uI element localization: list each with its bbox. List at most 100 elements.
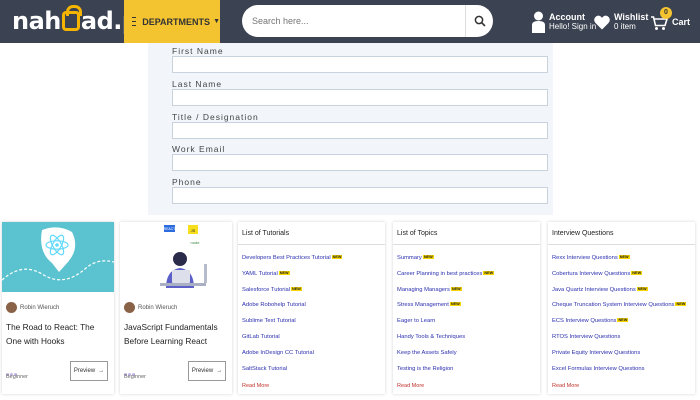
first-name-label: First Name bbox=[172, 46, 224, 56]
designation-label: Title / Designation bbox=[172, 112, 259, 122]
new-badge: NEW bbox=[450, 286, 462, 291]
list-item[interactable]: RTOS Interview Questions bbox=[552, 334, 686, 350]
course-level: Beginner bbox=[124, 374, 147, 380]
search-bar bbox=[242, 5, 493, 37]
course-image bbox=[2, 222, 114, 292]
phone-field[interactable] bbox=[172, 187, 548, 204]
new-badge: NEW bbox=[422, 255, 434, 259]
list-item[interactable]: Salesforce Tutorial NEW bbox=[242, 286, 342, 303]
last-name-label: Last Name bbox=[172, 79, 223, 89]
divider bbox=[238, 244, 385, 245]
search-button[interactable] bbox=[465, 5, 493, 37]
arrow-right-icon: → bbox=[216, 368, 223, 374]
cart-label: Cart bbox=[672, 17, 691, 27]
work-email-field[interactable] bbox=[172, 154, 548, 171]
list-title: Interview Questions bbox=[552, 230, 614, 237]
list-item[interactable]: Excel Formulas Interview Questions bbox=[552, 366, 686, 382]
topics-list-card: List of Topics Summary NEW Career Planning… bbox=[393, 222, 540, 394]
read-more-link[interactable]: Read More bbox=[397, 383, 424, 389]
list-item[interactable]: Java Quartz Interview Questions NEW bbox=[552, 286, 686, 303]
list-item[interactable]: Adobe InDesign CC Tutorial bbox=[242, 350, 342, 366]
arrow-right-icon: → bbox=[98, 368, 105, 374]
interview-questions-list-card: Interview Questions Rexx Interview Quest… bbox=[548, 222, 695, 394]
avatar bbox=[6, 302, 17, 313]
caret-down-icon: ▼ bbox=[213, 18, 220, 25]
new-badge: NEW bbox=[449, 302, 461, 307]
list-item[interactable]: SaltStack Tutorial bbox=[242, 366, 342, 382]
new-badge: NEW bbox=[636, 286, 648, 291]
list-item[interactable]: Private Equity Interview Questions bbox=[552, 350, 686, 366]
course-author: Robin Wieruch bbox=[124, 302, 177, 313]
course-level: Beginner bbox=[6, 374, 29, 380]
cart-count-badge: 0 bbox=[660, 7, 672, 19]
divider bbox=[548, 244, 695, 245]
list-item[interactable]: ECS Interview Questions NEW bbox=[552, 318, 686, 334]
first-name-field[interactable] bbox=[172, 56, 548, 73]
account-title: Account bbox=[549, 12, 585, 22]
list-item[interactable]: Cheque Truncation System Interview Quest… bbox=[552, 302, 687, 318]
course-title[interactable]: The Road to React: The One with Hooks bbox=[6, 320, 110, 348]
user-icon bbox=[532, 11, 545, 33]
course-image-tag: node bbox=[191, 240, 201, 245]
list-item[interactable]: Adobe Robohelp Tutorial bbox=[242, 302, 342, 318]
course-image-tag: REACT bbox=[164, 227, 177, 231]
list-item[interactable]: Summary NEW bbox=[397, 255, 494, 271]
list-item[interactable]: Cobertura Interview Questions NEW bbox=[552, 270, 686, 287]
course-image-tag: JS bbox=[191, 228, 196, 233]
course-card-1[interactable]: Robin Wieruch The Road to React: The One… bbox=[2, 222, 114, 394]
new-badge: NEW bbox=[618, 255, 630, 259]
list-item[interactable]: Testing is the Religion bbox=[397, 366, 494, 382]
list-item[interactable]: Stress Management NEW bbox=[397, 302, 494, 318]
course-image: REACT JS node bbox=[120, 222, 232, 292]
heart-icon bbox=[594, 15, 610, 29]
phone-label: Phone bbox=[172, 177, 202, 187]
course-title[interactable]: JavaScript Fundamentals Before Learning … bbox=[124, 320, 228, 348]
new-badge: NEW bbox=[331, 255, 343, 259]
read-more-link[interactable]: Read More bbox=[552, 383, 579, 389]
list-title: List of Topics bbox=[397, 230, 438, 237]
lock-icon bbox=[61, 5, 82, 31]
preview-button[interactable]: Preview → bbox=[188, 361, 226, 381]
list-item[interactable]: Sublime Text Tutorial bbox=[242, 318, 342, 334]
course-author: Robin Wieruch bbox=[6, 302, 59, 313]
divider bbox=[393, 244, 540, 245]
designation-field[interactable] bbox=[172, 122, 548, 139]
wishlist-subtitle: 0 item bbox=[614, 22, 636, 31]
new-badge: NEW bbox=[675, 302, 687, 307]
list-title: List of Tutorials bbox=[242, 230, 290, 237]
search-input[interactable] bbox=[242, 5, 465, 37]
hamburger-icon bbox=[132, 14, 137, 29]
departments-label: DEPARTMENTS bbox=[142, 16, 211, 27]
new-badge: NEW bbox=[617, 318, 629, 323]
search-icon bbox=[474, 15, 486, 27]
new-badge: NEW bbox=[291, 286, 302, 291]
account-link[interactable]: Account Hello! Sign in bbox=[532, 8, 596, 36]
tutorials-list-card: List of Tutorials Developers Best Practi… bbox=[238, 222, 385, 394]
wishlist-title: Wishlist bbox=[614, 12, 649, 22]
read-more-link[interactable]: Read More bbox=[242, 383, 269, 389]
list-item[interactable]: GitLab Tutorial bbox=[242, 334, 342, 350]
top-header: nahad.pk DEPARTMENTS ▼ AccountHello! Sig… bbox=[0, 0, 700, 43]
preview-button[interactable]: Preview → bbox=[70, 361, 108, 381]
list-item[interactable]: Developers Best Practices Tutorial NEW bbox=[242, 255, 343, 271]
list-item[interactable]: Handy Tools & Techniques bbox=[397, 334, 494, 350]
list-item[interactable]: Career Planning in best practices NEW bbox=[397, 270, 495, 287]
list-item[interactable]: Rexx Interview Questions NEW bbox=[552, 255, 686, 271]
cart-link[interactable]: 0 Cart bbox=[650, 7, 691, 36]
list-item[interactable]: YAML Tutorial NEW bbox=[242, 270, 342, 287]
departments-button[interactable]: DEPARTMENTS ▼ bbox=[124, 0, 220, 43]
work-email-label: Work Email bbox=[172, 144, 226, 154]
contact-form: First Name Last Name Title / Designation… bbox=[148, 43, 553, 215]
last-name-field[interactable] bbox=[172, 89, 548, 106]
new-badge: NEW bbox=[278, 270, 290, 275]
list-item[interactable]: Managing Managers NEW bbox=[397, 286, 494, 303]
new-badge: NEW bbox=[483, 270, 495, 275]
avatar bbox=[124, 302, 135, 313]
list-item[interactable]: Eager to Learn bbox=[397, 318, 494, 334]
list-item[interactable]: Keep the Assets Safely bbox=[397, 350, 494, 366]
wishlist-link[interactable]: Wishlist 0 item bbox=[594, 8, 648, 36]
account-subtitle: Hello! Sign in bbox=[549, 22, 597, 31]
new-badge: NEW bbox=[631, 270, 643, 275]
developer-laptop-icon bbox=[160, 252, 207, 288]
course-card-2[interactable]: REACT JS node Robin Wieruch JavaScript F… bbox=[120, 222, 232, 394]
